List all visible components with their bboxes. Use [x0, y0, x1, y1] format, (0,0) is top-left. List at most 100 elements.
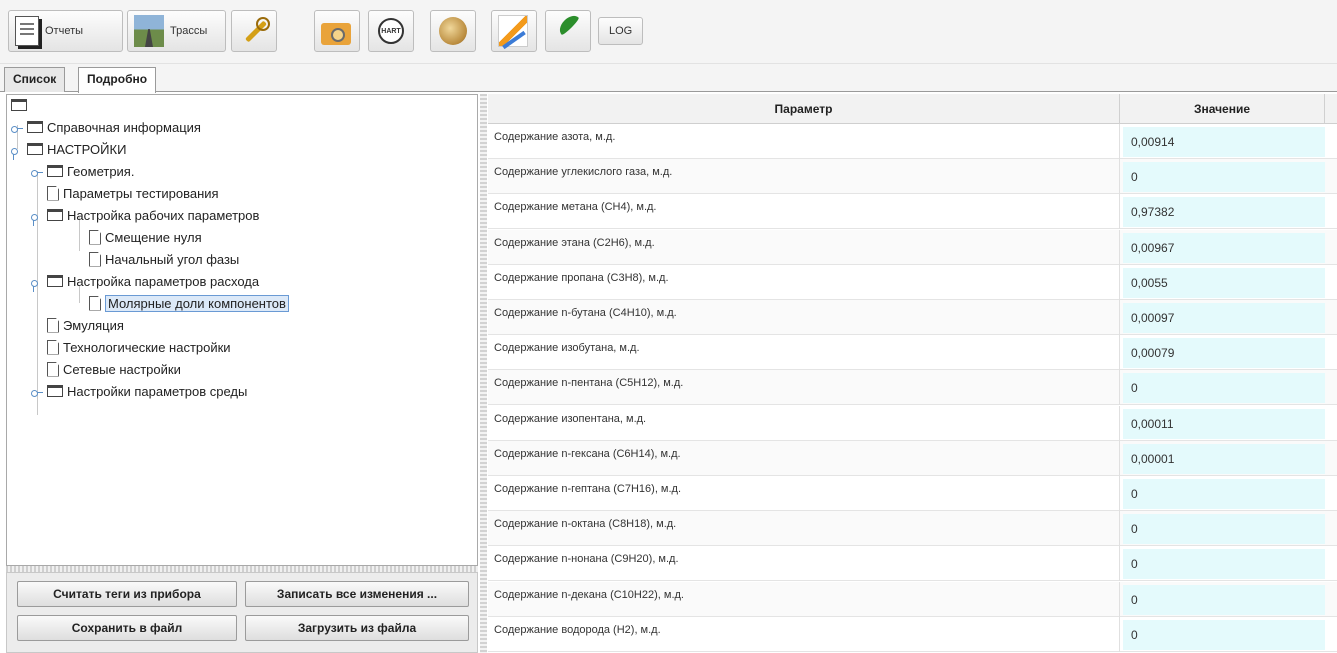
- parameter-value-cell[interactable]: 0,00097: [1123, 303, 1325, 333]
- parameter-value-cell[interactable]: 0,00079: [1123, 338, 1325, 369]
- tree-item-phase-angle[interactable]: Начальный угол фазы: [89, 249, 239, 269]
- tree-item-label: НАСТРОЙКИ: [47, 141, 127, 157]
- table-row[interactable]: Содержание изобутана, м.д. 0,00079: [488, 335, 1337, 371]
- tab-list[interactable]: Список: [4, 67, 66, 92]
- expand-icon[interactable]: [11, 121, 23, 133]
- parameter-value-cell[interactable]: 0,00967: [1123, 232, 1325, 263]
- save-file-button[interactable]: Сохранить в файл: [17, 615, 237, 641]
- parameter-value-cell[interactable]: 0,00001: [1123, 443, 1325, 474]
- tree-item-reference-info[interactable]: Справочная информация: [11, 117, 201, 137]
- parameter-name-cell: Содержание метана (CH4), м.д.: [488, 194, 1120, 230]
- parameter-name-cell: Содержание n-гептана (C7H16), м.д.: [488, 476, 1120, 511]
- reports-button[interactable]: Отчеты: [8, 10, 123, 52]
- parameter-value-cell[interactable]: 0,0055: [1123, 267, 1325, 298]
- parameter-value-cell[interactable]: 0: [1123, 619, 1325, 650]
- tree-item-network-settings[interactable]: Сетевые настройки: [47, 359, 181, 379]
- table-row[interactable]: Содержание метана (CH4), м.д. 0,97382: [488, 194, 1337, 230]
- hart-button[interactable]: HART: [368, 10, 414, 52]
- parameter-value-cell[interactable]: 0,97382: [1123, 197, 1325, 228]
- tree-item-label: Технологические настройки: [63, 339, 231, 355]
- table-row[interactable]: Содержание n-пентана (C5H12), м.д. 0: [488, 370, 1337, 406]
- tree-item-zero-offset[interactable]: Смещение нуля: [89, 227, 202, 247]
- document-icon: [89, 229, 101, 245]
- parameter-name-cell: Содержание n-гексана (C6H14), м.д.: [488, 440, 1120, 476]
- load-file-button[interactable]: Загрузить из файла: [245, 615, 469, 641]
- parameter-name-cell: Содержание n-октана (C8H18), м.д.: [488, 511, 1120, 547]
- log-button[interactable]: LOG: [598, 17, 644, 45]
- routes-label: Трассы: [170, 25, 208, 37]
- read-tags-button[interactable]: Считать теги из прибора: [17, 581, 237, 607]
- collapse-icon[interactable]: [31, 275, 43, 292]
- parameter-name-cell: Содержание n-нонана (C9H20), м.д.: [488, 546, 1120, 582]
- parameter-name-cell: Содержание водорода (H2), м.д.: [488, 616, 1120, 652]
- tree-item-flow-params[interactable]: Настройка параметров расхода: [31, 271, 259, 292]
- parameter-name-cell: Содержание этана (C2H6), м.д.: [488, 229, 1120, 265]
- tree-item-label: Справочная информация: [47, 119, 201, 135]
- parameter-value-cell[interactable]: 0,00914: [1123, 127, 1325, 157]
- write-all-button[interactable]: Записать все изменения ...: [245, 581, 469, 607]
- modbus-icon: [498, 15, 528, 47]
- document-icon: [47, 339, 59, 355]
- tab-details[interactable]: Подробно: [78, 67, 157, 93]
- table-row[interactable]: Содержание n-гептана (C7H16), м.д. 0: [488, 476, 1337, 511]
- table-row[interactable]: Содержание n-декана (C10H22), м.д. 0: [488, 581, 1337, 617]
- parameter-value-cell[interactable]: 0: [1123, 549, 1325, 580]
- expand-icon[interactable]: [31, 385, 43, 397]
- document-icon: [89, 251, 101, 267]
- parameter-value-cell[interactable]: 0: [1123, 584, 1325, 615]
- table-row[interactable]: Содержание пропана (C3H8), м.д. 0,0055: [488, 264, 1337, 300]
- tree-item-settings[interactable]: НАСТРОЙКИ: [11, 139, 127, 160]
- table-row[interactable]: Содержание этана (C2H6), м.д. 0,00967: [488, 229, 1337, 265]
- edit-button[interactable]: [545, 10, 591, 52]
- folder-icon: [47, 165, 63, 177]
- tree-item-label: Эмуляция: [63, 317, 124, 333]
- table-row[interactable]: Содержание водорода (H2), м.д. 0: [488, 616, 1337, 652]
- table-row[interactable]: Содержание n-гексана (C6H14), м.д. 0,0000…: [488, 440, 1337, 476]
- document-icon: [47, 317, 59, 333]
- tree-item-tech-settings[interactable]: Технологические настройки: [47, 337, 231, 357]
- parameter-value-cell[interactable]: 0: [1123, 162, 1325, 193]
- open-folder-button[interactable]: [314, 10, 360, 52]
- tree-item-work-params[interactable]: Настройка рабочих параметров: [31, 205, 259, 226]
- table-row[interactable]: Содержание углекислого газа, м.д. 0: [488, 159, 1337, 195]
- table-row[interactable]: Содержание n-нонана (C9H20), м.д. 0: [488, 546, 1337, 582]
- log-label: LOG: [609, 25, 633, 37]
- collapse-icon[interactable]: [31, 209, 43, 226]
- parameter-name-cell: Содержание азота, м.д.: [488, 124, 1120, 159]
- collapse-icon[interactable]: [11, 143, 23, 160]
- parameter-value-cell[interactable]: 0: [1123, 373, 1325, 404]
- feather-icon: [552, 15, 582, 47]
- expand-icon[interactable]: [31, 165, 43, 177]
- parameter-value-cell[interactable]: 0: [1123, 479, 1325, 509]
- table-row[interactable]: Содержание азота, м.д. 0,00914: [488, 124, 1337, 159]
- parameter-name-cell: Содержание n-декана (C10H22), м.д.: [488, 581, 1120, 617]
- parameter-name-cell: Содержание n-пентана (C5H12), м.д.: [488, 370, 1120, 406]
- parameter-value-cell[interactable]: 0: [1123, 514, 1325, 545]
- tree-item-molar-fractions[interactable]: Молярные доли компонентов: [89, 293, 289, 313]
- folder-icon: [27, 143, 43, 155]
- tree-item-emulation[interactable]: Эмуляция: [47, 315, 124, 335]
- table-row[interactable]: Содержание n-октана (C8H18), м.д. 0: [488, 511, 1337, 547]
- routes-button[interactable]: Трассы: [127, 10, 226, 52]
- wizard-button[interactable]: [231, 10, 277, 52]
- modbus-button[interactable]: [491, 10, 537, 52]
- action-panel: Считать теги из прибора Записать все изм…: [6, 572, 478, 653]
- road-icon: [134, 15, 164, 47]
- reports-icon: [15, 16, 39, 46]
- parameter-value-cell[interactable]: 0,00011: [1123, 408, 1325, 439]
- tree-item-medium-params[interactable]: Настройки параметров среды: [31, 381, 247, 401]
- globe-button[interactable]: [430, 10, 476, 52]
- tree-item-geometry[interactable]: Геометрия.: [31, 161, 134, 181]
- document-icon: [47, 185, 59, 201]
- folder-icon: [47, 275, 63, 287]
- column-header-parameter[interactable]: Параметр: [488, 94, 1120, 124]
- tree-item-test-params[interactable]: Параметры тестирования: [47, 183, 219, 203]
- table-row[interactable]: Содержание изопентана, м.д. 0,00011: [488, 405, 1337, 441]
- column-header-value[interactable]: Значение: [1120, 94, 1325, 124]
- document-icon: [47, 361, 59, 377]
- root-folder-icon: [11, 99, 27, 111]
- magic-wand-icon: [238, 15, 270, 47]
- parameter-name-cell: Содержание изобутана, м.д.: [488, 335, 1120, 371]
- table-row[interactable]: Содержание n-бутана (C4H10), м.д. 0,00097: [488, 300, 1337, 335]
- vertical-splitter[interactable]: [480, 94, 487, 653]
